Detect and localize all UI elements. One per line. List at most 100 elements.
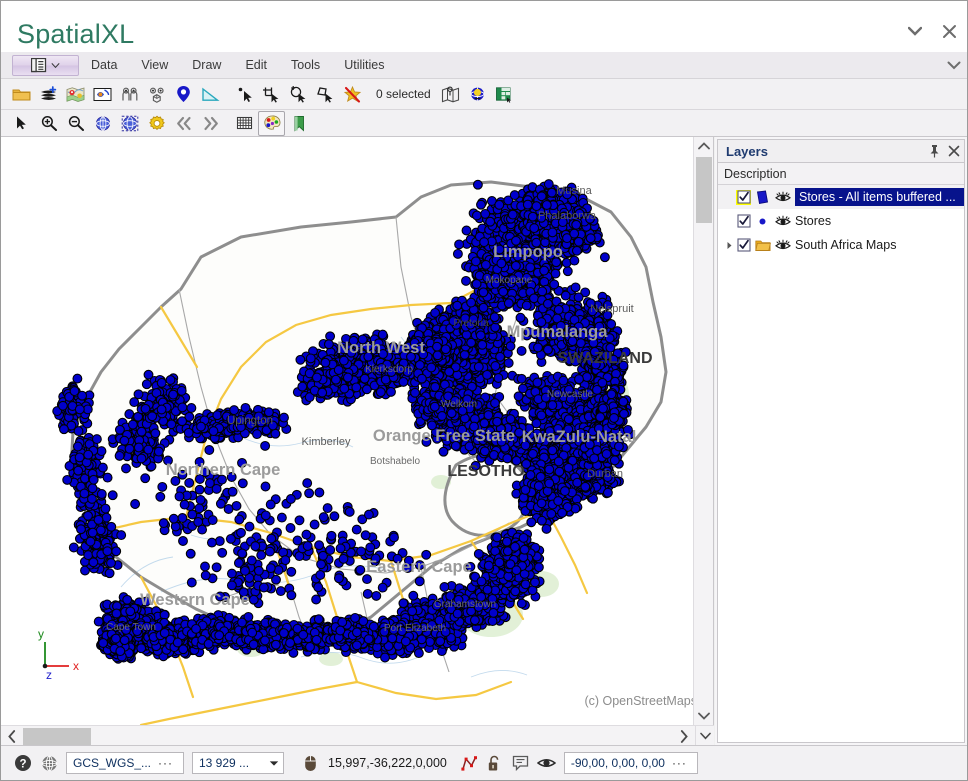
map-label: Port Elizabeth <box>384 623 446 634</box>
globe-select-icon[interactable] <box>116 111 143 136</box>
map-label: Upington <box>227 415 273 427</box>
arrow-cursor-icon[interactable] <box>8 111 35 136</box>
view-position-value: -90,00, 0,00, 0,00 <box>571 756 665 770</box>
map-label: Grahamstown <box>434 599 496 610</box>
layer-row-stores-buffered[interactable]: Stores - All items buffered ... <box>718 185 964 209</box>
map-label: Pretoria <box>453 318 488 329</box>
export-excel-icon[interactable] <box>491 82 518 107</box>
layer-label: Stores - All items buffered ... <box>795 188 964 206</box>
rectangle-select-icon[interactable] <box>258 82 285 107</box>
menu-draw[interactable]: Draw <box>180 52 233 79</box>
primary-toolbar: 0 selected <box>1 79 967 110</box>
lock-open-icon[interactable] <box>482 751 508 775</box>
map-label: Botshabelo <box>370 456 420 467</box>
annotation-icon[interactable] <box>508 751 534 775</box>
select-object-icon[interactable] <box>89 82 116 107</box>
close-icon[interactable] <box>939 21 959 41</box>
caret-down-icon[interactable] <box>269 760 279 767</box>
zoom-out-icon[interactable] <box>62 111 89 136</box>
eye-visible-icon[interactable] <box>774 237 791 253</box>
measure-triangle-icon[interactable] <box>197 82 224 107</box>
point-symbol-icon <box>754 213 771 229</box>
map-label: Phalaborwa <box>538 210 597 222</box>
place-marker-icon[interactable] <box>170 82 197 107</box>
clear-selection-icon[interactable] <box>339 82 366 107</box>
map-view[interactable]: MusinaPhalaborwaLimpopoNelspruitMpumalan… <box>1 137 714 746</box>
vertical-scroll-thumb[interactable] <box>696 157 712 223</box>
scroll-up-button[interactable] <box>694 137 714 155</box>
layer-visibility-checkbox[interactable] <box>736 238 751 253</box>
pin-icon[interactable] <box>924 140 944 162</box>
scale-value: 13 929 ... <box>199 756 249 770</box>
scroll-overflow-button[interactable] <box>695 726 714 747</box>
menu-tools[interactable]: Tools <box>279 52 332 79</box>
open-folder-icon[interactable] <box>8 82 35 107</box>
application-menu-icon[interactable] <box>12 55 79 76</box>
column-header-description: Description <box>724 167 787 181</box>
scale-field[interactable]: 13 929 ... <box>192 752 284 774</box>
coordinate-system-field[interactable]: GCS_WGS_... ··· <box>66 752 184 774</box>
expand-arrow-icon[interactable] <box>722 238 736 252</box>
mouse-position-readout: 15,997,-36,222,0,000 <box>328 756 447 770</box>
layer-row-stores[interactable]: Stores <box>718 209 964 233</box>
circle-select-icon[interactable] <box>285 82 312 107</box>
scroll-right-button[interactable] <box>673 726 695 747</box>
map-label: Kimberley <box>302 436 351 448</box>
settings-gear-icon[interactable] <box>143 111 170 136</box>
bookmark-icon[interactable] <box>285 111 312 136</box>
grid-icon[interactable] <box>231 111 258 136</box>
globe-icon[interactable] <box>36 751 62 775</box>
layer-label: South Africa Maps <box>795 238 896 252</box>
globe-marker-icon[interactable] <box>464 82 491 107</box>
map-book-icon[interactable] <box>437 82 464 107</box>
menu-utilities[interactable]: Utilities <box>332 52 396 79</box>
close-icon[interactable] <box>944 140 964 162</box>
axis-x-label: x <box>73 659 79 673</box>
next-view-icon[interactable] <box>197 111 224 136</box>
eye-visible-icon[interactable] <box>774 213 791 229</box>
layer-visibility-checkbox[interactable] <box>736 190 751 205</box>
pointer-select-icon[interactable] <box>231 82 258 107</box>
map-label: Durban <box>587 468 623 480</box>
map-graphic[interactable]: MusinaPhalaborwaLimpopoNelspruitMpumalan… <box>1 137 694 725</box>
layer-visibility-checkbox[interactable] <box>736 214 751 229</box>
menu-edit[interactable]: Edit <box>233 52 279 79</box>
previous-view-icon[interactable] <box>170 111 197 136</box>
map-label: LESOTHO <box>447 463 524 480</box>
chevron-down-icon[interactable] <box>941 52 967 79</box>
folder-symbol-icon <box>754 237 771 253</box>
add-points-pair-icon[interactable] <box>116 82 143 107</box>
coordinate-system-more-button[interactable]: ··· <box>158 756 173 770</box>
polyline-icon[interactable] <box>456 751 482 775</box>
eye-visible-icon[interactable] <box>774 189 791 205</box>
layer-label: Stores <box>795 214 831 228</box>
menu-view[interactable]: View <box>129 52 180 79</box>
axis-y-label: y <box>38 627 44 641</box>
globe-icon[interactable] <box>89 111 116 136</box>
map-horizontal-scrollbar[interactable] <box>1 725 714 746</box>
scroll-down-button[interactable] <box>694 707 714 725</box>
horizontal-scroll-track[interactable] <box>91 728 673 745</box>
eye-icon[interactable] <box>534 751 560 775</box>
layers-tree[interactable]: Description Stores - All items buffered … <box>717 163 965 743</box>
map-canvas[interactable]: MusinaPhalaborwaLimpopoNelspruitMpumalan… <box>1 137 694 725</box>
layer-row-south-africa-maps[interactable]: South Africa Maps <box>718 233 964 257</box>
map-layers-icon[interactable] <box>62 82 89 107</box>
buffer-points-icon[interactable] <box>143 82 170 107</box>
map-vertical-scrollbar[interactable] <box>693 137 713 725</box>
map-label: Western Cape <box>140 591 250 609</box>
palette-icon[interactable] <box>258 111 285 136</box>
layers-column-header: Description <box>718 163 964 185</box>
menu-data[interactable]: Data <box>79 52 129 79</box>
layers-panel-header: Layers <box>717 139 965 163</box>
view-position-more-button[interactable]: ··· <box>672 756 687 770</box>
caret-down-icon[interactable] <box>905 21 925 41</box>
zoom-in-icon[interactable] <box>35 111 62 136</box>
view-position-field[interactable]: -90,00, 0,00, 0,00 ··· <box>564 752 698 774</box>
add-layer-icon[interactable] <box>35 82 62 107</box>
map-label: Klerksdorp <box>365 364 413 375</box>
help-icon[interactable]: ? <box>10 751 36 775</box>
scroll-left-button[interactable] <box>1 726 23 747</box>
horizontal-scroll-thumb[interactable] <box>23 728 91 745</box>
polygon-select-icon[interactable] <box>312 82 339 107</box>
